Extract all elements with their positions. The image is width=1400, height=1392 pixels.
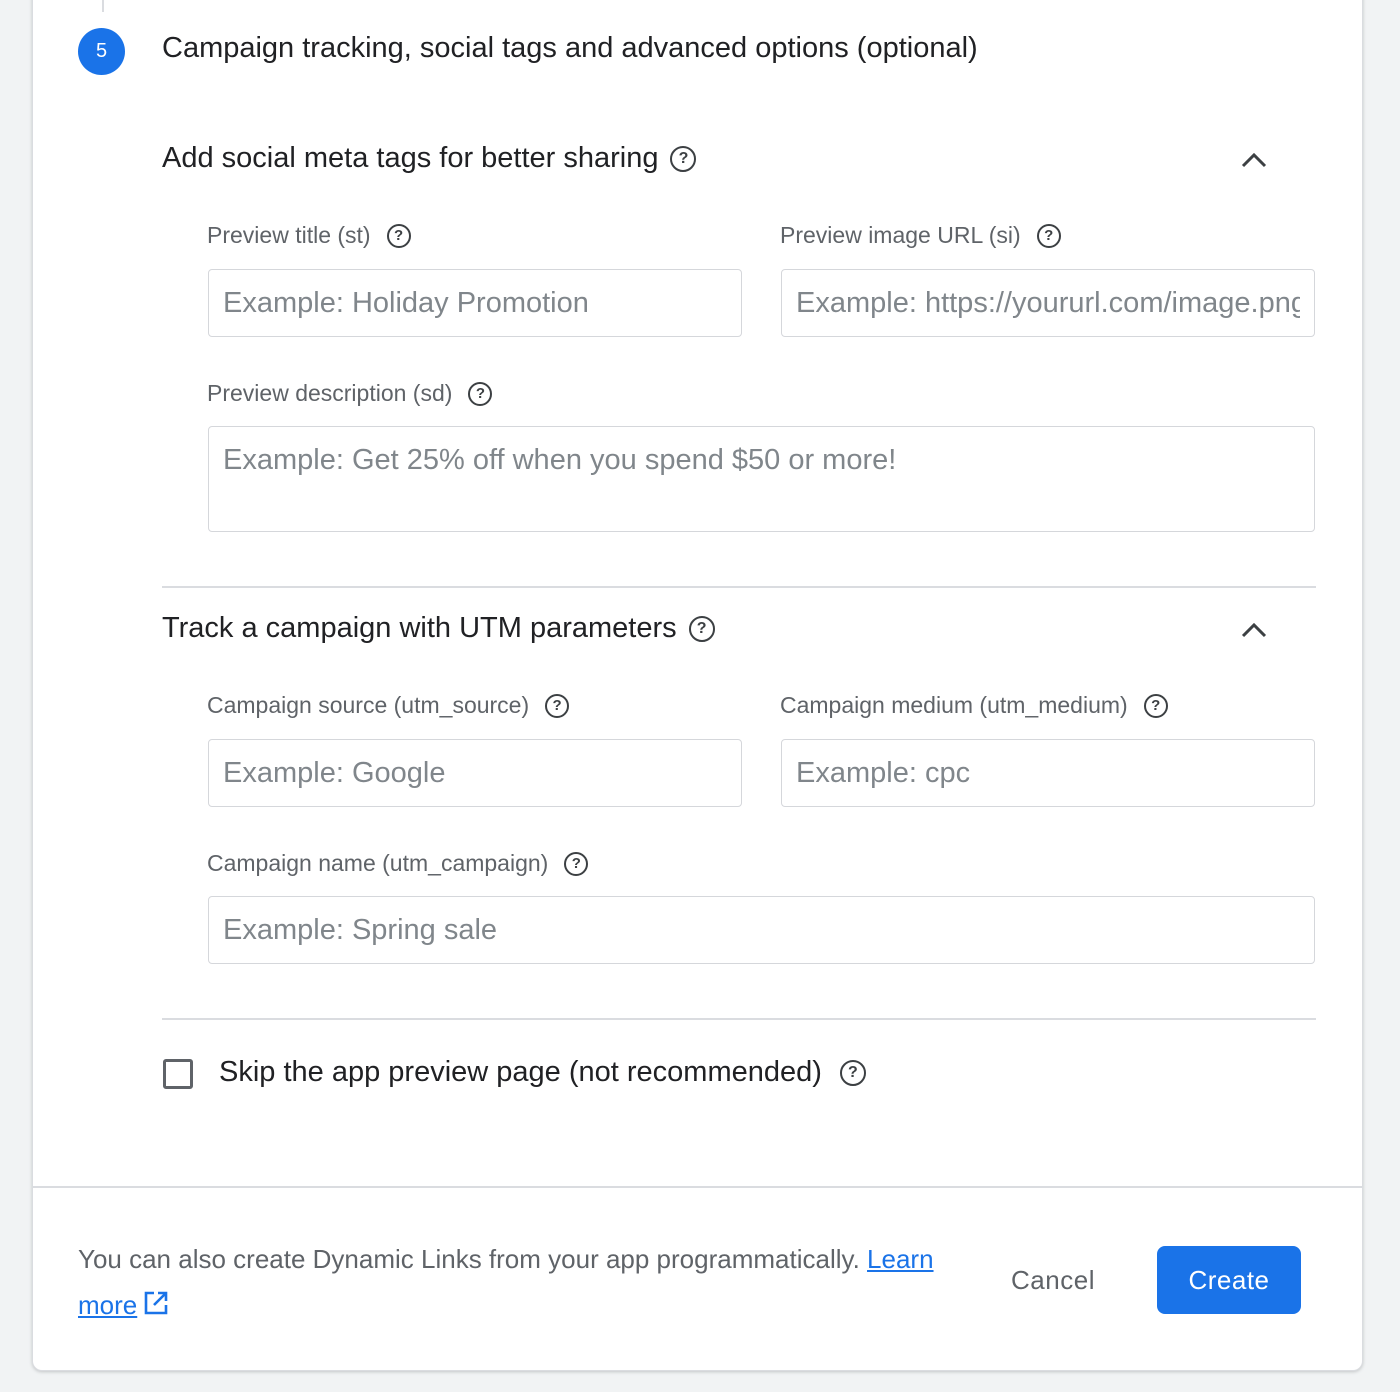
step-title: Campaign tracking, social tags and advan… bbox=[162, 32, 978, 64]
preview-title-label: Preview title (st) ? bbox=[207, 222, 411, 249]
chevron-up-icon[interactable] bbox=[1238, 614, 1270, 646]
help-icon[interactable]: ? bbox=[839, 1059, 866, 1086]
utm-campaign-label: Campaign name (utm_campaign) ? bbox=[207, 850, 589, 877]
footer-info: You can also create Dynamic Links from y… bbox=[78, 1236, 978, 1330]
utm-medium-input[interactable] bbox=[781, 739, 1315, 807]
utm-source-input[interactable] bbox=[208, 739, 742, 807]
preview-description-input[interactable] bbox=[208, 426, 1315, 532]
social-section-title: Add social meta tags for better sharing bbox=[162, 142, 659, 174]
help-icon[interactable]: ? bbox=[386, 223, 411, 248]
help-icon[interactable]: ? bbox=[1036, 223, 1061, 248]
preview-image-label: Preview image URL (si) ? bbox=[780, 222, 1061, 249]
help-icon[interactable]: ? bbox=[468, 381, 493, 406]
utm-section-header[interactable]: Track a campaign with UTM parameters ? bbox=[162, 612, 715, 645]
open-in-new-icon[interactable] bbox=[143, 1284, 169, 1330]
cancel-button[interactable]: Cancel bbox=[990, 1246, 1116, 1314]
utm-section-title: Track a campaign with UTM parameters bbox=[162, 612, 677, 644]
create-button[interactable]: Create bbox=[1157, 1246, 1301, 1314]
social-section-header[interactable]: Add social meta tags for better sharing … bbox=[162, 142, 697, 175]
preview-title-input[interactable] bbox=[208, 269, 742, 337]
learn-more-link[interactable]: more bbox=[78, 1290, 137, 1320]
help-icon[interactable]: ? bbox=[564, 851, 589, 876]
dynamic-link-card bbox=[32, 0, 1363, 1371]
footer-divider bbox=[32, 1186, 1363, 1188]
skip-preview-label[interactable]: Skip the app preview page (not recommend… bbox=[219, 1056, 866, 1089]
skip-preview-checkbox[interactable] bbox=[163, 1059, 193, 1089]
step-number: 5 bbox=[95, 40, 108, 62]
section-divider bbox=[162, 1018, 1316, 1020]
utm-medium-label: Campaign medium (utm_medium) ? bbox=[780, 692, 1168, 719]
preview-image-url-input[interactable] bbox=[781, 269, 1315, 337]
footer-text: You can also create Dynamic Links from y… bbox=[78, 1244, 860, 1274]
section-divider bbox=[162, 586, 1316, 588]
help-icon[interactable]: ? bbox=[688, 615, 715, 642]
stepper-connector bbox=[102, 0, 104, 12]
utm-source-label: Campaign source (utm_source) ? bbox=[207, 692, 570, 719]
learn-more-link[interactable]: Learn bbox=[867, 1244, 934, 1274]
step-number-badge: 5 bbox=[78, 28, 125, 75]
help-icon[interactable]: ? bbox=[545, 693, 570, 718]
chevron-up-icon[interactable] bbox=[1238, 144, 1270, 176]
help-icon[interactable]: ? bbox=[670, 145, 697, 172]
utm-campaign-input[interactable] bbox=[208, 896, 1315, 964]
preview-description-label: Preview description (sd) ? bbox=[207, 380, 493, 407]
help-icon[interactable]: ? bbox=[1143, 693, 1168, 718]
